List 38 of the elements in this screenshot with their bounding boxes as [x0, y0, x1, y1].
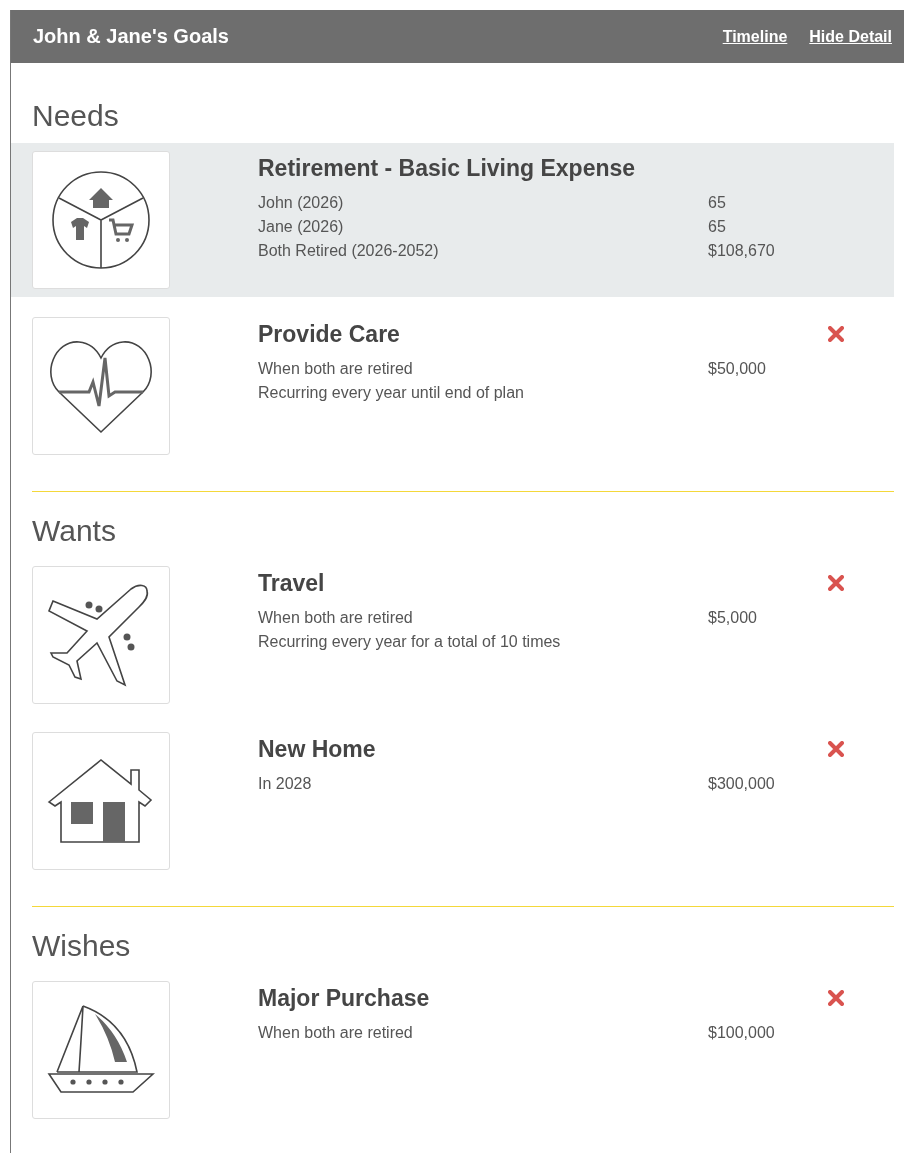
goal-row[interactable]: Provide Care When both are retired $50,000 Recurring every year until end of plan [11, 309, 894, 463]
goal-row[interactable]: Retirement - Basic Living Expense John (2026) 65 Jane (2026) 65 Both Retired (2026-2052) $108,670 [11, 143, 894, 297]
goal-amount: $50,000 [708, 359, 766, 379]
goal-amount: $108,670 [708, 241, 775, 261]
goal-title: Retirement - Basic Living Expense [258, 154, 637, 182]
goal-amount: 65 [708, 193, 726, 213]
goal-title: Provide Care [258, 320, 401, 348]
goal-row[interactable]: Major Purchase When both are retired $100,000 [11, 973, 894, 1127]
delete-button[interactable] [828, 741, 844, 757]
section-heading: Wants [32, 513, 117, 549]
goal-detail: John (2026) [258, 193, 345, 213]
delete-button[interactable] [828, 990, 844, 1006]
goal-row[interactable]: New Home In 2028 $300,000 [11, 724, 894, 878]
header-link[interactable]: Timeline [722, 27, 788, 46]
section-heading: Needs [31, 98, 120, 134]
goal-detail: When both are retired [258, 608, 414, 628]
section-heading: Wishes [32, 928, 132, 964]
goal-amount: $100,000 [708, 1023, 775, 1043]
goal-amount: 65 [708, 217, 726, 237]
goal-amount: $300,000 [708, 774, 775, 794]
goal-row[interactable]: Travel When both are retired $5,000 Recurring every year for a total of 10 times [11, 558, 894, 712]
goal-title: Major Purchase [258, 984, 431, 1012]
house-icon [47, 756, 155, 846]
goal-detail: Jane (2026) [258, 217, 345, 237]
delete-button[interactable] [828, 326, 844, 342]
goal-detail: Both Retired (2026-2052) [258, 241, 440, 261]
goal-detail: Recurring every year for a total of 10 times [258, 632, 562, 652]
goal-detail: When both are retired [258, 359, 414, 379]
budget-pie-icon [49, 168, 153, 272]
header-link[interactable]: Hide Detail [809, 27, 892, 46]
delete-button[interactable] [828, 575, 844, 591]
goal-title: New Home [258, 735, 377, 763]
page-title: John & Jane's Goals [33, 25, 230, 48]
goal-detail: When both are retired [258, 1023, 414, 1043]
goal-title: Travel [258, 569, 326, 597]
goal-detail: Recurring every year until end of plan [258, 383, 525, 403]
goal-detail: In 2028 [258, 774, 313, 794]
goal-amount: $5,000 [708, 608, 757, 628]
